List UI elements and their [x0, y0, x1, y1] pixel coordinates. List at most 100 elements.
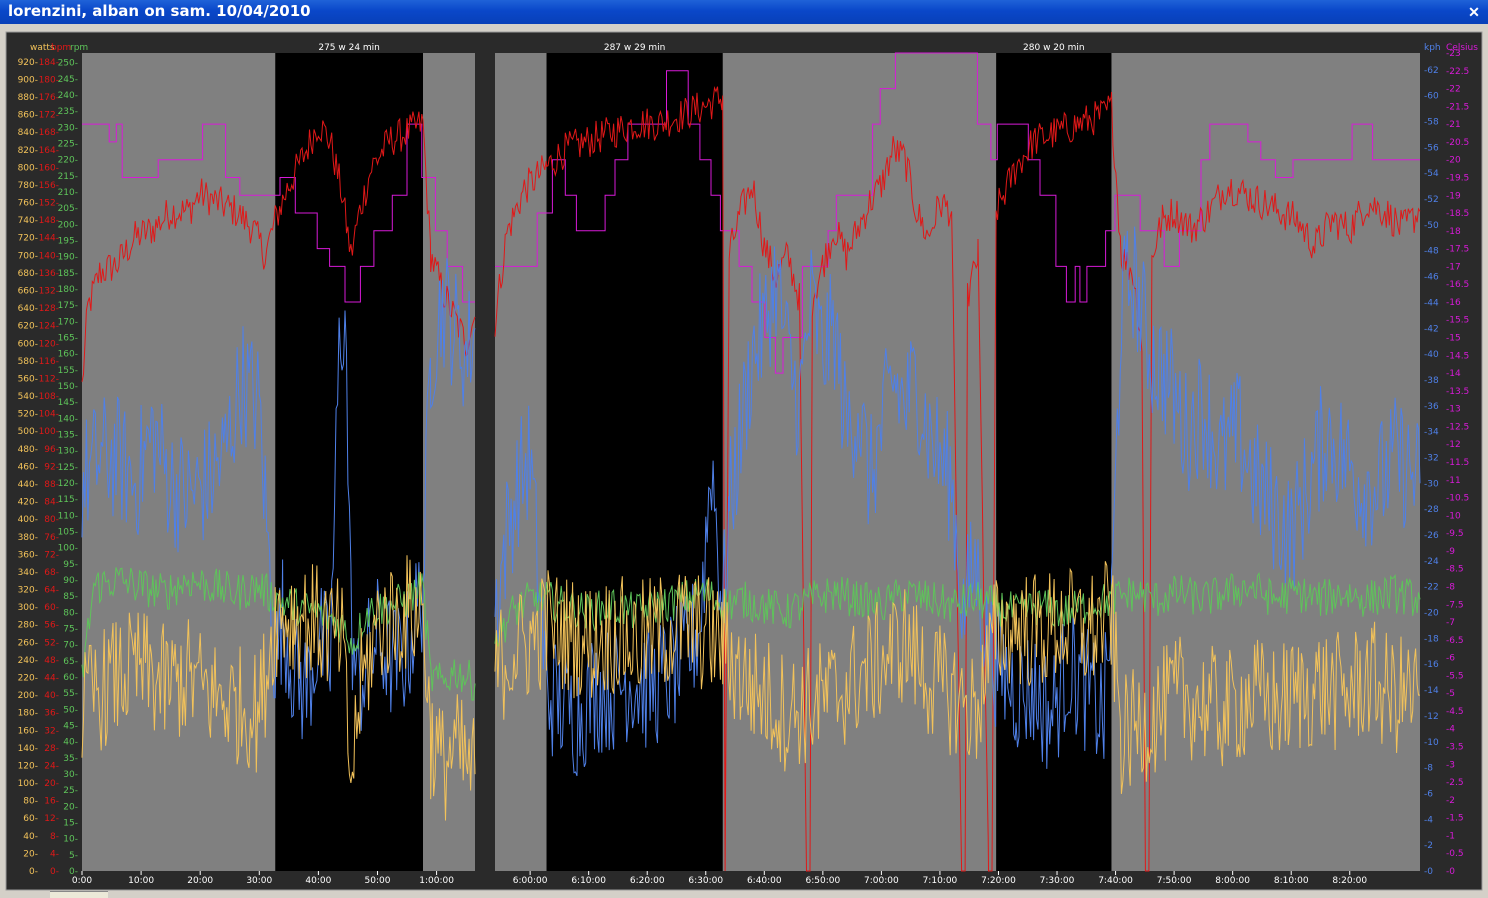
y-tick-label-bpm: 152- [39, 199, 59, 209]
y-tick-label-rpm: 240- [58, 91, 78, 101]
y-tick-label-kph: -46 [1424, 273, 1439, 283]
y-tick-label-rpm: 220- [58, 156, 78, 166]
y-tick-label-celsius: -1.5 [1446, 814, 1464, 824]
y-tick-label-bpm: 48- [44, 656, 59, 666]
y-tick-label-celsius: -9 [1446, 547, 1455, 557]
y-tick-label-bpm: 140- [39, 251, 59, 261]
y-tick-label-bpm: 8- [50, 832, 59, 842]
y-tick-label-watts: 340- [18, 568, 38, 578]
y-tick-label-rpm: 245- [58, 75, 78, 85]
y-tick-label-bpm: 36- [44, 709, 59, 719]
y-tick-label-rpm: 215- [58, 172, 78, 182]
y-tick-label-bpm: 20- [44, 779, 59, 789]
y-tick-label-rpm: 95- [63, 560, 78, 570]
y-tick-label-watts: 680- [18, 269, 38, 279]
y-tick-label-watts: 500- [18, 427, 38, 437]
x-tick-label: 7:30:00 [1040, 876, 1075, 886]
y-tick-label-watts: 100- [18, 779, 38, 789]
y-tick-label-watts: 700- [18, 251, 38, 261]
y-tick-label-celsius: -13.5 [1446, 387, 1469, 397]
x-tick-label: 7:40:00 [1098, 876, 1133, 886]
y-tick-label-watts: 260- [18, 638, 38, 648]
y-tick-label-kph: -40 [1424, 350, 1439, 360]
y-tick-label-watts: 120- [18, 761, 38, 771]
y-tick-label-kph: -0 [1424, 867, 1433, 877]
y-tick-label-watts: 320- [18, 586, 38, 596]
y-tick-label-rpm: 165- [58, 334, 78, 344]
y-tick-label-bpm: 184- [39, 58, 59, 68]
bottom-tab[interactable] [50, 891, 108, 898]
axis-title-bpm: bpm [51, 43, 71, 53]
x-tick-label: 6:40:00 [747, 876, 782, 886]
y-tick-label-celsius: -20 [1446, 156, 1461, 166]
y-tick-label-watts: 80- [23, 797, 38, 807]
y-tick-label-celsius: -8 [1446, 582, 1455, 592]
y-tick-label-bpm: 52- [44, 638, 59, 648]
y-tick-label-rpm: 35- [63, 754, 78, 764]
close-button[interactable]: ✕ [1464, 2, 1484, 22]
y-tick-label-celsius: -10.5 [1446, 494, 1469, 504]
y-tick-label-celsius: -18 [1446, 227, 1461, 237]
y-tick-label-celsius: -4.5 [1446, 707, 1464, 717]
y-tick-label-celsius: -16.5 [1446, 280, 1469, 290]
y-tick-label-watts: 520- [18, 410, 38, 420]
y-tick-label-watts: 240- [18, 656, 38, 666]
x-tick-label: 7:20:00 [981, 876, 1016, 886]
interval-label: 275 w 24 min [318, 43, 380, 53]
y-tick-label-bpm: 108- [39, 392, 59, 402]
y-tick-label-celsius: -14.5 [1446, 351, 1469, 361]
y-tick-label-bpm: 112- [39, 374, 59, 384]
y-tick-label-kph: -42 [1424, 324, 1439, 334]
y-tick-label-celsius: -16 [1446, 298, 1461, 308]
y-tick-label-watts: 220- [18, 673, 38, 683]
y-tick-label-bpm: 40- [44, 691, 59, 701]
y-tick-label-celsius: -5 [1446, 689, 1455, 699]
y-tick-label-bpm: 144- [39, 234, 59, 244]
y-tick-label-celsius: -15 [1446, 334, 1461, 344]
y-tick-label-rpm: 0- [69, 867, 78, 877]
y-tick-label-kph: -22 [1424, 583, 1439, 593]
y-tick-label-watts: 360- [18, 550, 38, 560]
y-tick-label-rpm: 70- [63, 641, 78, 651]
y-tick-label-watts: 760- [18, 199, 38, 209]
y-tick-label-bpm: 176- [39, 93, 59, 103]
y-tick-label-rpm: 130- [58, 447, 78, 457]
x-tick-label: 6:50:00 [805, 876, 840, 886]
y-tick-label-bpm: 132- [39, 286, 59, 296]
y-tick-label-watts: 300- [18, 603, 38, 613]
y-tick-label-bpm: 168- [39, 128, 59, 138]
title-bar: lorenzini, alban on sam. 10/04/2010 ✕ [0, 0, 1488, 24]
y-tick-label-rpm: 160- [58, 350, 78, 360]
y-tick-label-kph: -32 [1424, 453, 1439, 463]
y-tick-label-kph: -30 [1424, 479, 1439, 489]
y-tick-label-watts: 860- [18, 111, 38, 121]
y-tick-label-rpm: 55- [63, 689, 78, 699]
y-tick-label-watts: 460- [18, 462, 38, 472]
interval-label: 280 w 20 min [1023, 43, 1085, 53]
interval-block [275, 53, 423, 871]
y-tick-label-watts: 880- [18, 93, 38, 103]
y-tick-label-bpm: 24- [44, 761, 59, 771]
y-tick-label-kph: -62 [1424, 66, 1439, 76]
y-tick-label-watts: 620- [18, 322, 38, 332]
y-tick-label-rpm: 205- [58, 204, 78, 214]
y-tick-label-celsius: -21 [1446, 120, 1461, 130]
y-tick-label-kph: -12 [1424, 712, 1439, 722]
y-tick-label-bpm: 160- [39, 163, 59, 173]
y-tick-label-rpm: 180- [58, 285, 78, 295]
y-tick-label-watts: 640- [18, 304, 38, 314]
y-tick-label-bpm: 4- [50, 849, 59, 859]
y-tick-label-watts: 180- [18, 709, 38, 719]
y-tick-label-rpm: 115- [58, 495, 78, 505]
y-tick-label-watts: 540- [18, 392, 38, 402]
y-tick-label-celsius: -5.5 [1446, 671, 1464, 681]
y-tick-label-rpm: 100- [58, 544, 78, 554]
y-tick-label-rpm: 225- [58, 140, 78, 150]
x-tick-label: 10:00 [128, 876, 154, 886]
y-tick-label-kph: -8 [1424, 764, 1433, 774]
y-tick-label-celsius: -14 [1446, 369, 1461, 379]
y-tick-label-rpm: 155- [58, 366, 78, 376]
y-tick-label-celsius: -8.5 [1446, 565, 1464, 575]
y-tick-label-rpm: 15- [63, 819, 78, 829]
y-tick-label-celsius: -11 [1446, 476, 1461, 486]
